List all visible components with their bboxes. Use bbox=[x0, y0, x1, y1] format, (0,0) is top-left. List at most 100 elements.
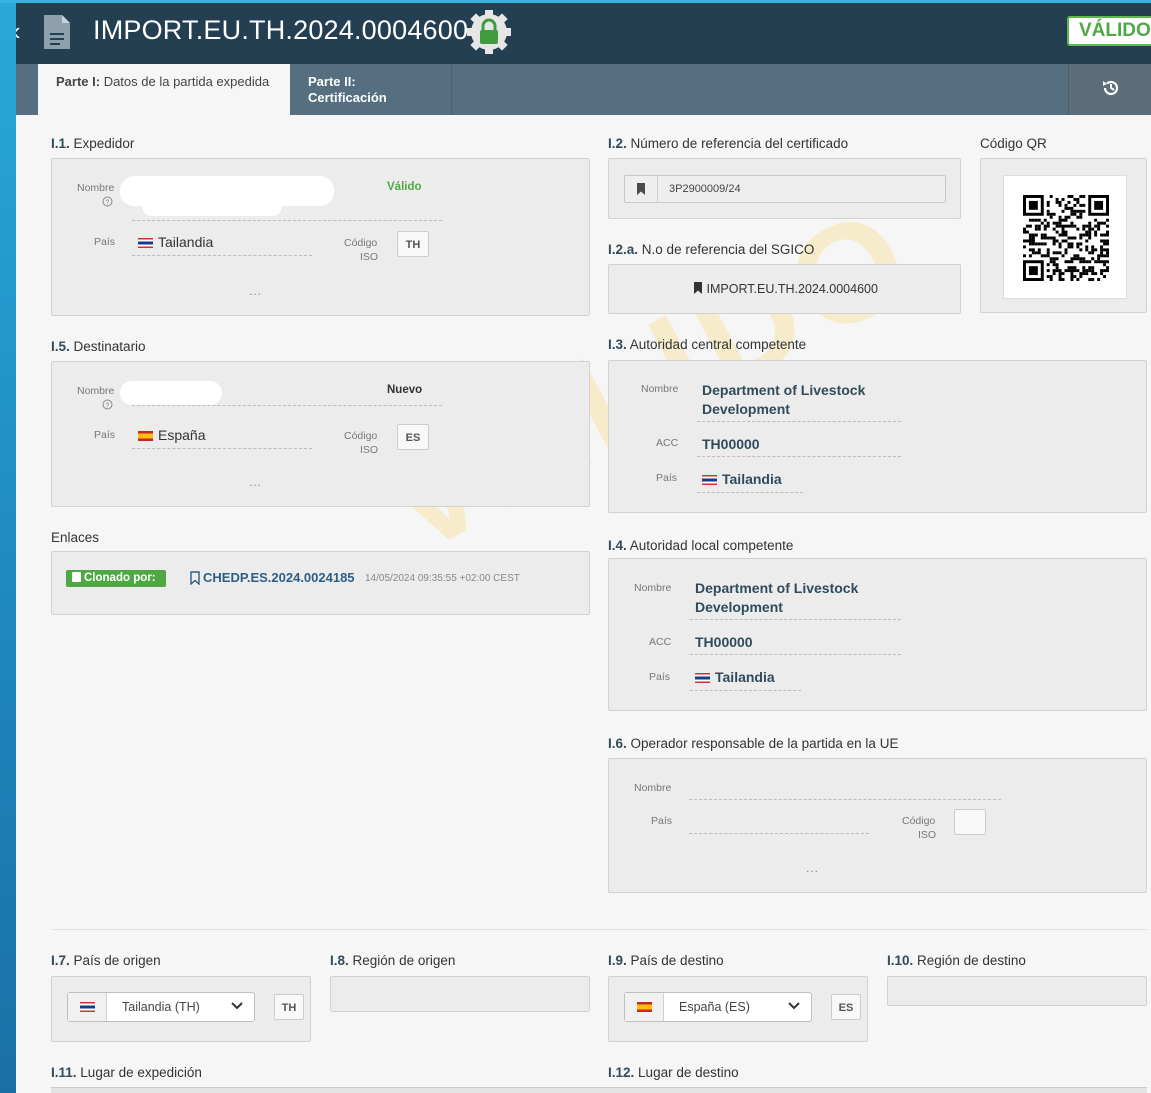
authority-name: Department of Livestock bbox=[695, 580, 859, 596]
flag-cell bbox=[625, 993, 664, 1021]
section-label-destinatario: I.5. Destinatario bbox=[51, 339, 146, 354]
divider bbox=[697, 456, 901, 457]
country-value: Tailandia bbox=[695, 669, 775, 686]
thailand-flag-icon bbox=[702, 475, 717, 486]
section-label-qr: Código QR bbox=[980, 136, 1047, 151]
pais-label: País bbox=[94, 236, 116, 248]
more-ellipsis[interactable]: ... bbox=[806, 862, 819, 874]
history-icon bbox=[1103, 80, 1119, 96]
chevron-down-icon bbox=[231, 1002, 243, 1010]
divider bbox=[690, 619, 901, 620]
redacted-name bbox=[142, 196, 282, 216]
nombre-label: Nombre bbox=[634, 582, 672, 594]
select-value: España (ES) bbox=[679, 1000, 750, 1014]
more-ellipsis[interactable]: ... bbox=[249, 476, 262, 488]
desktop-background bbox=[0, 0, 16, 1093]
page-title: IMPORT.EU.TH.2024.0004600 bbox=[93, 15, 469, 45]
authority-name-line2: Development bbox=[702, 401, 790, 417]
lock-badge-icon bbox=[467, 10, 511, 54]
ref-cert-panel: 3P2900009/24 bbox=[608, 158, 961, 219]
tab-label: Certificación bbox=[308, 90, 387, 105]
divider bbox=[132, 405, 442, 406]
pais-label: País bbox=[649, 671, 671, 683]
copy-icon bbox=[72, 572, 81, 582]
cloned-link[interactable]: CHEDP.ES.2024.0024185 bbox=[203, 570, 355, 586]
codigo-label: Código bbox=[344, 430, 378, 442]
acc-value: TH00000 bbox=[695, 634, 753, 650]
more-ellipsis[interactable]: ... bbox=[249, 285, 262, 297]
section-label-enlaces: Enlaces bbox=[51, 530, 100, 545]
bookmark-icon bbox=[637, 183, 645, 195]
flag-cell bbox=[68, 993, 107, 1021]
section-label-operador: I.6. Operador responsable de la partida … bbox=[608, 736, 899, 751]
thailand-flag-icon bbox=[695, 673, 710, 684]
nombre-label: Nombre bbox=[77, 385, 115, 397]
nombre-label: Nombre bbox=[641, 383, 679, 395]
section-label-aut-local: I.4. Autoridad local competente bbox=[608, 538, 794, 553]
divider bbox=[697, 421, 901, 422]
region-origen-input[interactable] bbox=[330, 976, 590, 1012]
bookmark-cell bbox=[625, 176, 658, 202]
pais-origen-select[interactable]: Tailandia (TH) bbox=[67, 992, 255, 1022]
next-panel-edge bbox=[51, 1087, 1147, 1093]
expedidor-panel: Nombre ? Válido País Tailandia Código IS… bbox=[51, 158, 590, 316]
svg-text:?: ? bbox=[106, 200, 110, 207]
section-label-region-origen: I.8. Región de origen bbox=[330, 953, 456, 968]
divider bbox=[132, 448, 312, 449]
document-icon bbox=[44, 15, 70, 49]
divider bbox=[690, 690, 801, 691]
tab-bar: Parte I: Datos de la partida expedida Pa… bbox=[16, 64, 1151, 115]
tab-parte-2[interactable]: Parte II: Certificación bbox=[290, 64, 452, 115]
certificate-window: ‹ IMPORT.EU.TH.2024.0004600 VÁLIDO bbox=[16, 3, 1151, 1093]
qr-code-frame[interactable] bbox=[1003, 175, 1127, 299]
enlaces-panel: Clonado por: CHEDP.ES.2024.0024185 14/05… bbox=[51, 551, 590, 615]
help-icon[interactable]: ? bbox=[102, 399, 113, 410]
section-label-aut-central: I.3. Autoridad central competente bbox=[608, 337, 807, 352]
country-value: España bbox=[138, 427, 205, 444]
qr-panel bbox=[980, 158, 1147, 313]
divider bbox=[689, 799, 1001, 800]
pais-origen-panel: Tailandia (TH) TH bbox=[51, 976, 311, 1042]
redacted-name bbox=[120, 381, 222, 405]
authority-name: Department of Livestock bbox=[702, 382, 866, 398]
pais-label: País bbox=[651, 815, 673, 827]
iso-label: ISO bbox=[360, 444, 379, 456]
tab-prefix: Parte I: bbox=[56, 74, 101, 89]
section-label-lugar-destino: I.12. Lugar de destino bbox=[608, 1065, 739, 1080]
header-bar: ‹ IMPORT.EU.TH.2024.0004600 VÁLIDO bbox=[16, 3, 1151, 64]
section-label-pais-destino: I.9. País de destino bbox=[608, 953, 724, 968]
clone-timestamp: 14/05/2024 09:35:55 +02:00 CEST bbox=[365, 573, 520, 584]
tab-parte-1[interactable]: Parte I: Datos de la partida expedida bbox=[38, 64, 290, 115]
iso-label: ISO bbox=[918, 829, 937, 841]
tab-label: Datos de la partida expedida bbox=[100, 74, 270, 89]
region-destino-input[interactable] bbox=[887, 976, 1147, 1006]
history-button[interactable] bbox=[1068, 64, 1151, 115]
cloned-by-badge: Clonado por: bbox=[66, 570, 166, 587]
iso-code-box: ES bbox=[831, 994, 861, 1020]
pais-destino-select[interactable]: España (ES) bbox=[624, 992, 812, 1022]
divider bbox=[697, 492, 803, 493]
help-icon[interactable]: ? bbox=[102, 196, 113, 207]
acc-label: ACC bbox=[656, 437, 679, 449]
divider bbox=[690, 654, 901, 655]
codigo-label: Código bbox=[344, 237, 378, 249]
pais-destino-panel: España (ES) ES bbox=[608, 976, 868, 1042]
iso-code-box: TH bbox=[274, 994, 304, 1020]
ref-cert-value: 3P2900009/24 bbox=[669, 183, 741, 195]
sgico-value: IMPORT.EU.TH.2024.0004600 bbox=[609, 281, 962, 297]
section-label-lugar-expedicion: I.11. Lugar de expedición bbox=[51, 1065, 202, 1080]
tab-prefix: Parte II: bbox=[308, 74, 356, 89]
section-label-region-destino: I.10. Región de destino bbox=[887, 953, 1026, 968]
bookmark-icon bbox=[694, 282, 703, 294]
spain-flag-icon bbox=[637, 1002, 652, 1012]
qr-code-image bbox=[1023, 195, 1109, 281]
svg-text:?: ? bbox=[106, 403, 110, 410]
chevron-left-icon[interactable]: ‹ bbox=[16, 16, 21, 46]
destinatario-panel: Nombre ? Nuevo País España Código ISO ES… bbox=[51, 361, 590, 507]
iso-code-box bbox=[954, 809, 986, 835]
section-divider bbox=[52, 929, 1147, 930]
acc-label: ACC bbox=[649, 636, 672, 648]
pais-label: País bbox=[656, 472, 678, 484]
authority-name-line2: Development bbox=[695, 599, 783, 615]
divider bbox=[132, 255, 312, 256]
